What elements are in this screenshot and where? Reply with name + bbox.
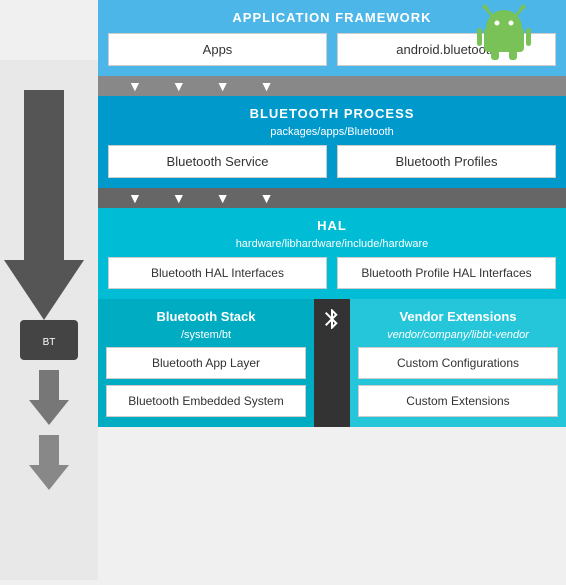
- bt-service-box: Bluetooth Service: [108, 145, 327, 178]
- section-hal: HAL hardware/libhardware/include/hardwar…: [98, 208, 566, 299]
- bt-stack-title: Bluetooth Stack: [106, 305, 306, 327]
- divider-bt-icon: [314, 299, 350, 427]
- left-decor-panel: BT: [0, 60, 98, 427]
- apps-box: Apps: [108, 33, 327, 66]
- bluetooth-icon: [320, 307, 344, 331]
- android-logo: [476, 0, 536, 55]
- bottom-sections: Bluetooth Stack /system/bt Bluetooth App…: [98, 299, 566, 427]
- vendor-box1: Custom Configurations: [358, 347, 558, 379]
- bt-hal-interfaces-box: Bluetooth HAL Interfaces: [108, 257, 327, 289]
- bt-profile-hal-interfaces-box: Bluetooth Profile HAL Interfaces: [337, 257, 556, 289]
- section-bt-process: BLUETOOTH PROCESS packages/apps/Bluetoot…: [98, 96, 566, 188]
- hal-boxes: Bluetooth HAL Interfaces Bluetooth Profi…: [108, 257, 556, 289]
- bt-process-boxes: Bluetooth Service Bluetooth Profiles: [108, 145, 556, 178]
- jni-bar: JNI ▼ ▼ ▼ ▼: [98, 188, 566, 208]
- section-vendor: Vendor Extensions vendor/company/libbt-v…: [350, 299, 566, 427]
- bt-process-title: BLUETOOTH PROCESS: [108, 102, 556, 124]
- jni-arrows: ▼ ▼ ▼ ▼: [128, 190, 273, 206]
- bt-stack-box2: Bluetooth Embedded System: [106, 385, 306, 417]
- binder-arrows: ▼ ▼ ▼ ▼: [128, 78, 273, 94]
- bt-stack-box1: Bluetooth App Layer: [106, 347, 306, 379]
- vendor-sub: vendor/company/libbt-vendor: [358, 327, 558, 347]
- main-content: APPLICATION FRAMEWORK Apps android.bluet…: [98, 0, 566, 427]
- bt-stack-sub: /system/bt: [106, 327, 306, 347]
- vendor-box2: Custom Extensions: [358, 385, 558, 417]
- vendor-title: Vendor Extensions: [358, 305, 558, 327]
- binder-bar: Binder ▼ ▼ ▼ ▼: [98, 76, 566, 96]
- diagram-container: BT APPLICATION FRAMEWORK Apps android.bl…: [0, 0, 566, 427]
- left-arrows-svg: BT: [0, 60, 98, 580]
- hal-sub: hardware/libhardware/include/hardware: [108, 236, 556, 257]
- bt-process-sub: packages/apps/Bluetooth: [108, 124, 556, 145]
- svg-text:BT: BT: [43, 337, 56, 348]
- bt-profiles-box: Bluetooth Profiles: [337, 145, 556, 178]
- section-bt-stack: Bluetooth Stack /system/bt Bluetooth App…: [98, 299, 314, 427]
- hal-title: HAL: [108, 214, 556, 236]
